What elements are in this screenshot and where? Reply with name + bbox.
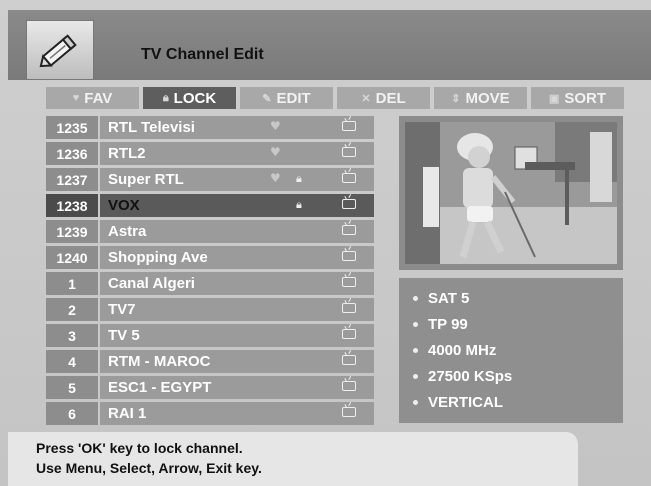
channel-number: 1238 — [46, 194, 100, 217]
tab-fav[interactable]: ♥ FAV — [46, 87, 139, 109]
channel-name: RTL2 — [108, 145, 146, 162]
channel-number: 3 — [46, 324, 100, 347]
channel-number: 2 — [46, 298, 100, 321]
channel-row[interactable]: 1236 RTL2 ♥ — [46, 142, 374, 165]
info-frequency: 4000 MHz — [413, 342, 496, 359]
channel-name: Astra — [108, 223, 147, 240]
help-text-line-1: Press 'OK' key to lock channel. — [36, 440, 243, 456]
tv-icon — [342, 407, 356, 417]
tab-sort[interactable]: ▣ SORT — [531, 87, 624, 109]
channel-row[interactable]: 1237 Super RTL ♥ 🔒︎ — [46, 168, 374, 191]
pencil-icon — [26, 20, 94, 80]
channel-row[interactable]: 6 RAI 1 — [46, 402, 374, 425]
channel-number: 1239 — [46, 220, 100, 243]
channel-name: TV7 — [108, 301, 136, 318]
tv-icon — [342, 303, 356, 313]
channel-number: 5 — [46, 376, 100, 399]
lock-icon: 🔒︎ — [162, 91, 169, 104]
tab-label: FAV — [84, 89, 113, 107]
tab-edit[interactable]: ✎ EDIT — [240, 87, 333, 109]
channel-row[interactable]: 2 TV7 — [46, 298, 374, 321]
channel-number: 6 — [46, 402, 100, 425]
bullet-icon — [413, 400, 418, 405]
edit-icon: ✎ — [262, 92, 272, 105]
sort-icon: ▣ — [548, 92, 560, 105]
heart-icon: ♥ — [270, 171, 281, 185]
channel-number: 1235 — [46, 116, 100, 139]
channel-name: RTL Televisi — [108, 119, 195, 136]
channel-name: ESC1 - EGYPT — [108, 379, 212, 396]
info-value: 4000 MHz — [428, 342, 497, 359]
channel-row[interactable]: 4 RTM - MAROC — [46, 350, 374, 373]
channel-row[interactable]: 1239 Astra — [46, 220, 374, 243]
tab-label: EDIT — [276, 89, 311, 107]
tab-move[interactable]: ⇕ MOVE — [434, 87, 527, 109]
channel-name: RAI 1 — [108, 405, 147, 422]
tv-icon — [342, 251, 356, 261]
help-footer: Press 'OK' key to lock channel. Use Menu… — [8, 432, 578, 486]
help-text-line-2: Use Menu, Select, Arrow, Exit key. — [36, 460, 262, 476]
info-symbol-rate: 27500 KSps — [413, 368, 512, 385]
channel-list: 1235 RTL Televisi ♥ 1236 RTL2 ♥ 1237 Sup… — [46, 116, 374, 428]
tab-lock[interactable]: 🔒︎ LOCK — [143, 87, 236, 109]
video-preview-frame — [399, 116, 623, 270]
bullet-icon — [413, 348, 418, 353]
tv-icon — [342, 355, 356, 365]
header-bar: TV Channel Edit — [8, 10, 651, 80]
video-preview — [405, 122, 617, 264]
function-tabs: ♥ FAV 🔒︎ LOCK ✎ EDIT ✕ DEL ⇕ MOVE ▣ SORT — [46, 87, 624, 109]
transponder-info-panel: SAT 5 TP 99 4000 MHz 27500 KSps VERTICAL — [399, 278, 623, 423]
heart-icon: ♥ — [72, 92, 80, 104]
bullet-icon — [413, 322, 418, 327]
tab-label: LOCK — [173, 89, 217, 107]
info-value: 27500 KSps — [428, 368, 513, 385]
move-icon: ⇕ — [451, 92, 461, 105]
tab-del[interactable]: ✕ DEL — [337, 87, 430, 109]
tv-icon — [342, 329, 356, 339]
channel-number: 4 — [46, 350, 100, 373]
tv-icon — [342, 147, 356, 157]
heart-icon: ♥ — [270, 119, 281, 133]
tv-icon — [342, 225, 356, 235]
bullet-icon — [413, 374, 418, 379]
tv-icon — [342, 381, 356, 391]
channel-name: Shopping Ave — [108, 249, 208, 266]
channel-name: Super RTL — [108, 171, 184, 188]
bullet-icon — [413, 296, 418, 301]
tv-channel-edit-screen: TV Channel Edit ♥ FAV 🔒︎ LOCK ✎ EDIT ✕ D… — [0, 0, 651, 486]
channel-row[interactable]: 3 TV 5 — [46, 324, 374, 347]
tv-icon — [342, 121, 356, 131]
channel-name: Canal Algeri — [108, 275, 195, 292]
tv-icon — [342, 277, 356, 287]
channel-row[interactable]: 1 Canal Algeri — [46, 272, 374, 295]
info-value: VERTICAL — [428, 394, 503, 411]
channel-row[interactable]: 1235 RTL Televisi ♥ — [46, 116, 374, 139]
info-value: SAT 5 — [428, 290, 470, 307]
tab-label: SORT — [564, 89, 607, 107]
channel-row[interactable]: 1240 Shopping Ave — [46, 246, 374, 269]
channel-name: RTM - MAROC — [108, 353, 211, 370]
heart-icon: ♥ — [270, 145, 281, 159]
tab-label: DEL — [375, 89, 406, 107]
channel-number: 1237 — [46, 168, 100, 191]
tv-icon — [342, 173, 356, 183]
info-polarity: VERTICAL — [413, 394, 503, 411]
delete-icon: ✕ — [361, 92, 371, 105]
channel-name: TV 5 — [108, 327, 140, 344]
page-title: TV Channel Edit — [141, 46, 264, 63]
lock-icon: 🔒︎ — [296, 198, 302, 211]
channel-number: 1 — [46, 272, 100, 295]
tv-icon — [342, 199, 356, 209]
channel-row-selected[interactable]: 1238 VOX 🔒︎ — [46, 194, 374, 217]
channel-number: 1236 — [46, 142, 100, 165]
info-sat: SAT 5 — [413, 290, 469, 307]
channel-row[interactable]: 5 ESC1 - EGYPT — [46, 376, 374, 399]
info-value: TP 99 — [428, 316, 468, 333]
channel-name: VOX — [108, 197, 140, 214]
info-tp: TP 99 — [413, 316, 468, 333]
tab-label: MOVE — [465, 89, 510, 107]
lock-icon: 🔒︎ — [296, 172, 302, 185]
channel-number: 1240 — [46, 246, 100, 269]
